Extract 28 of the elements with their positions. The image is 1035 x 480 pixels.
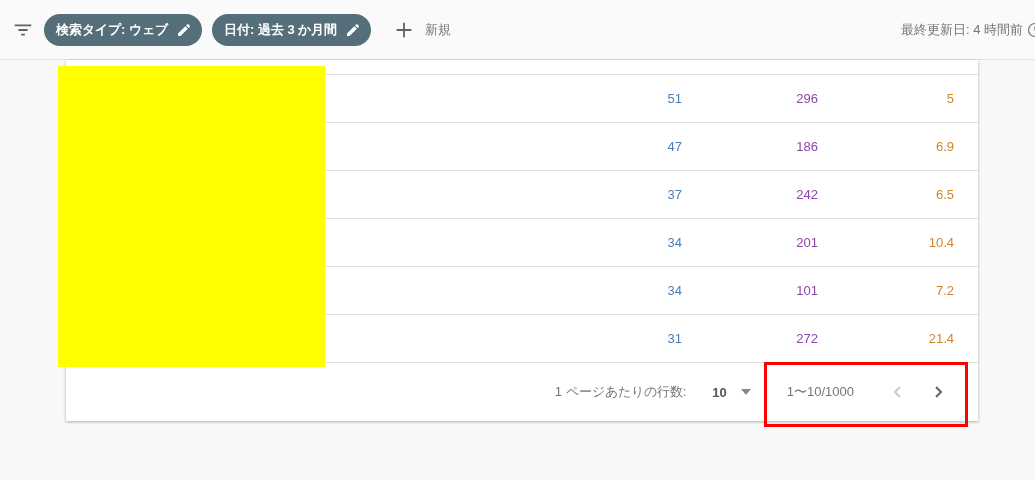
clicks-cell-text: 51 (666, 91, 682, 106)
last-updated-text: 最終更新日: 4 時間前 (900, 20, 1023, 39)
impressions-cell-text: 101 (795, 283, 818, 298)
impressions-cell-text: 296 (795, 91, 818, 106)
pencil-icon (175, 21, 192, 38)
clicks-cell-text: 34 (666, 235, 682, 250)
position-cell-text: 7.2 (934, 283, 954, 298)
impressions-cell-text: 272 (795, 331, 818, 346)
impressions-cell-text: 201 (795, 235, 818, 250)
position-cell-text: 5 (945, 91, 954, 106)
filter-chip[interactable]: 検索タイプ: ウェブ (44, 13, 202, 46)
clicks-cell-text: 47 (666, 139, 682, 154)
new-filter-button[interactable]: 新規 (387, 17, 458, 42)
impressions-cell-text: 242 (795, 187, 818, 202)
filter-chip[interactable]: 日付: 過去 3 か月間 (211, 13, 372, 46)
position-cell-text: 10.4 (927, 235, 954, 250)
clicks-cell-text: 34 (666, 283, 682, 298)
dropdown-arrow-icon (740, 389, 751, 395)
position-cell-text: 21.4 (927, 331, 954, 346)
position-cell-text: 6.5 (934, 187, 954, 202)
rows-per-page-label: 1 ページあたりの行数: (554, 383, 687, 401)
clicks-cell-text: 37 (666, 187, 682, 202)
clicks-cell-text: 31 (666, 331, 682, 346)
rows-per-page-select[interactable]: 10 (706, 383, 757, 401)
pencil-icon (345, 21, 362, 38)
position-cell-text: 6.9 (934, 139, 954, 154)
page-range-text: 1〜10/1000 (786, 383, 854, 401)
impressions-cell-text: 186 (795, 139, 818, 154)
